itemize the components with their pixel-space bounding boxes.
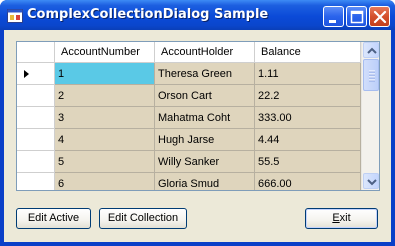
grip-icon — [369, 70, 375, 82]
table-cell[interactable]: 4 — [55, 129, 155, 151]
table-cell[interactable]: 1 — [55, 63, 155, 85]
row-header[interactable] — [17, 107, 55, 129]
table-cell[interactable]: 333.00 — [255, 107, 361, 129]
close-icon — [373, 10, 387, 24]
row-header[interactable] — [17, 63, 55, 85]
vertical-scrollbar[interactable] — [361, 42, 379, 190]
table-cell[interactable]: Willy Sanker — [155, 151, 255, 173]
table-cell[interactable]: 2 — [55, 85, 155, 107]
exit-button[interactable]: Exit — [305, 208, 378, 229]
edit-collection-button[interactable]: Edit Collection — [99, 208, 187, 229]
table-cell[interactable]: 3 — [55, 107, 155, 129]
table-cell[interactable]: Orson Cart — [155, 85, 255, 107]
edit-active-button[interactable]: Edit Active — [16, 208, 91, 229]
dialog-client-area: AccountNumber AccountHolder Balance 1 Th… — [4, 30, 391, 242]
table-cell[interactable]: 55.5 — [255, 151, 361, 173]
app-window-icon[interactable] — [7, 8, 23, 23]
application-window: ComplexCollectionDialog Sample AccountNu… — [0, 0, 395, 246]
table-cell[interactable]: 5 — [55, 151, 155, 173]
row-header[interactable] — [17, 129, 55, 151]
table-cell[interactable]: 6 — [55, 173, 155, 190]
row-header[interactable] — [17, 151, 55, 173]
title-bar[interactable]: ComplexCollectionDialog Sample — [0, 0, 395, 30]
table-cell[interactable]: 22.2 — [255, 85, 361, 107]
minimize-icon — [329, 20, 336, 23]
scroll-up-button[interactable] — [363, 42, 379, 58]
table-cell[interactable]: Theresa Green — [155, 63, 255, 85]
scroll-down-button[interactable] — [363, 173, 379, 189]
chevron-up-icon — [367, 47, 377, 54]
window-title: ComplexCollectionDialog Sample — [27, 7, 269, 22]
row-selector-arrow-icon — [24, 70, 29, 78]
maximize-button[interactable] — [346, 6, 367, 27]
table-cell[interactable]: Gloria Smud — [155, 173, 255, 190]
maximize-icon — [350, 10, 364, 24]
chevron-down-icon — [367, 179, 377, 186]
exit-mnemonic: E — [332, 212, 340, 224]
table-cell[interactable]: Hugh Jarse — [155, 129, 255, 151]
column-header-account-number[interactable]: AccountNumber — [55, 42, 155, 63]
minimize-button[interactable] — [323, 6, 344, 27]
row-header[interactable] — [17, 85, 55, 107]
accounts-data-grid[interactable]: AccountNumber AccountHolder Balance 1 Th… — [16, 41, 380, 191]
close-button[interactable] — [369, 6, 390, 27]
table-cell[interactable]: 666.00 — [255, 173, 361, 190]
row-header[interactable] — [17, 173, 55, 190]
grid-corner-header[interactable] — [17, 42, 55, 63]
exit-label-rest: xit — [339, 212, 351, 224]
column-header-account-holder[interactable]: AccountHolder — [155, 42, 255, 63]
table-cell[interactable]: 1.11 — [255, 63, 361, 85]
table-cell[interactable]: 4.44 — [255, 129, 361, 151]
scroll-thumb[interactable] — [363, 59, 379, 91]
column-header-balance[interactable]: Balance — [255, 42, 361, 63]
table-cell[interactable]: Mahatma Coht — [155, 107, 255, 129]
